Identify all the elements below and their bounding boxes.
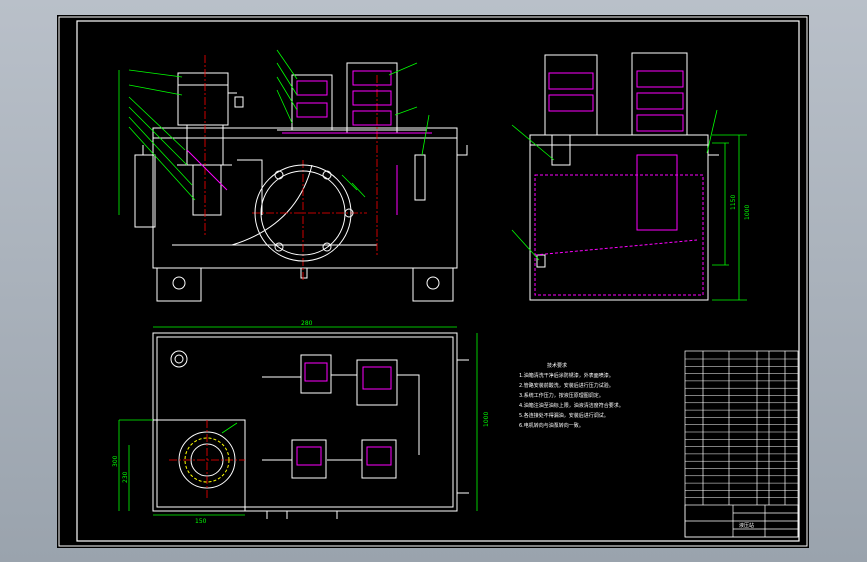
plan-dims bbox=[118, 326, 478, 516]
title-block bbox=[684, 504, 799, 538]
dim-plan-left-b: 230 bbox=[122, 471, 129, 483]
side-hidden bbox=[534, 70, 704, 296]
dim-plan-width: 280 bbox=[301, 320, 313, 327]
note-line-5: 5.各连接处不得漏油，安装后进行调试。 bbox=[519, 412, 609, 419]
side-view bbox=[529, 52, 719, 301]
tank-leg-left bbox=[156, 267, 202, 302]
drawing-canvas[interactable]: 1000 1150 280 1000 300 230 150 技术要求 1.油箱… bbox=[57, 15, 809, 548]
parts-list-rows bbox=[685, 358, 798, 498]
technical-notes: 技术要求 1.油箱清洗干净后涂防锈漆，外表面喷漆。 2.管路安装前酸洗，安装后进… bbox=[519, 362, 624, 429]
note-line-3: 3.系统工作压力，按液压原理图调定。 bbox=[519, 392, 604, 399]
plan-magenta bbox=[296, 362, 392, 466]
dim-plan-depth: 1000 bbox=[483, 412, 490, 427]
plan-centerlines bbox=[169, 420, 245, 500]
tank-leg-right bbox=[412, 267, 454, 302]
title-block-label: 液压站 bbox=[739, 522, 754, 529]
front-valve-magenta bbox=[186, 70, 432, 215]
plan-tank-outline bbox=[152, 332, 458, 512]
note-line-1: 1.油箱清洗干净后涂防锈漆，外表面喷漆。 bbox=[519, 372, 614, 379]
note-line-4: 4.油箱注油至油标上限，油液清洁度符合要求。 bbox=[519, 402, 624, 409]
tank-body bbox=[152, 127, 458, 269]
side-nameplate bbox=[636, 154, 678, 231]
side-dims bbox=[511, 109, 747, 301]
note-line-2: 2.管路安装前酸洗，安装后进行压力试验。 bbox=[519, 382, 614, 389]
note-line-6: 6.电机转向与油泵转向一致。 bbox=[519, 422, 584, 429]
plan-view bbox=[152, 332, 469, 519]
cad-drawing: 1000 1150 280 1000 300 230 150 技术要求 1.油箱… bbox=[58, 16, 808, 547]
notes-title: 技术要求 bbox=[547, 362, 567, 369]
dim-plan-left-a: 300 bbox=[112, 455, 119, 467]
motor bbox=[177, 72, 229, 126]
side-valve-stack-2 bbox=[631, 52, 688, 136]
dim-side-height-b: 1150 bbox=[730, 195, 737, 210]
dim-plan-bottom: 150 bbox=[195, 518, 207, 525]
cad-viewport[interactable]: 1000 1150 280 1000 300 230 150 技术要求 1.油箱… bbox=[0, 0, 867, 562]
side-box bbox=[134, 154, 156, 228]
outer-sheet-border bbox=[58, 16, 808, 547]
front-view bbox=[134, 62, 468, 302]
valve-stack-2 bbox=[346, 62, 398, 134]
side-tank-body bbox=[529, 134, 709, 301]
dim-side-height-a: 1000 bbox=[744, 205, 751, 220]
parts-list bbox=[684, 350, 799, 538]
front-centerlines bbox=[204, 55, 378, 280]
